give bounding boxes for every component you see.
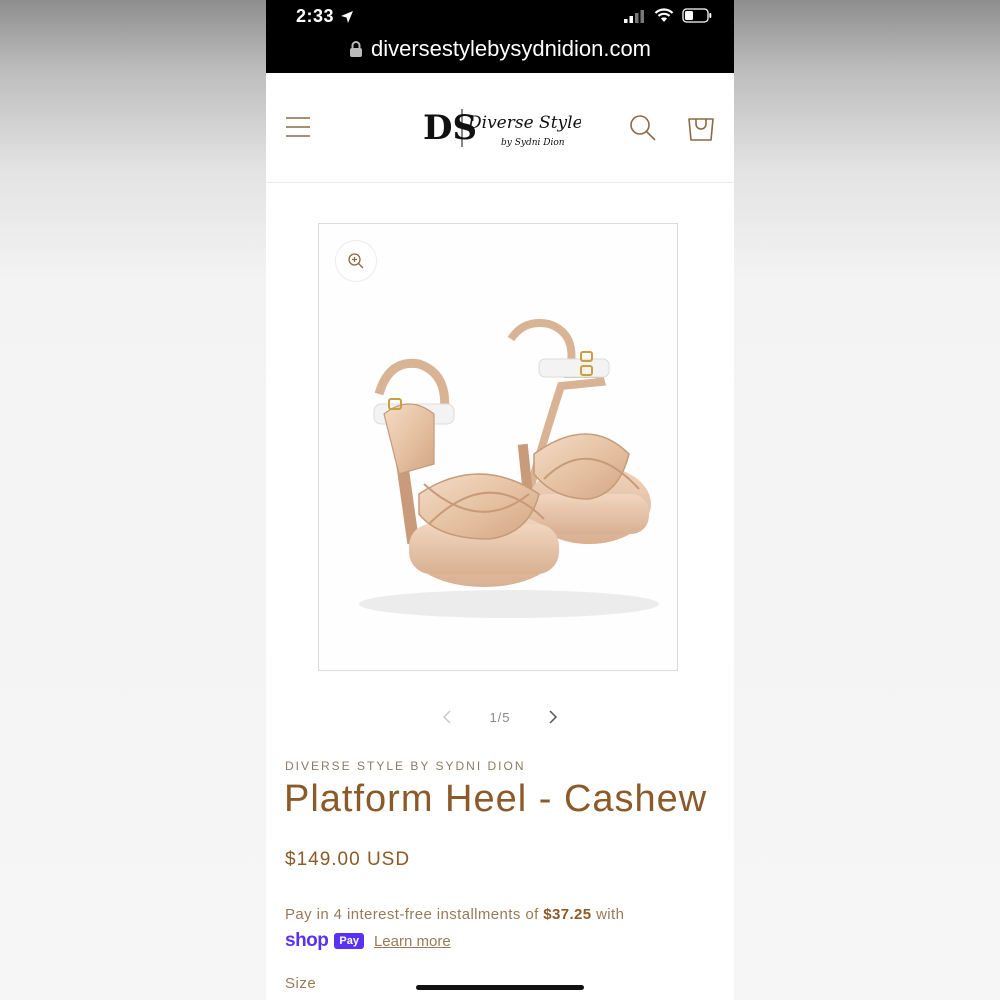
time-text: 2:33 [296, 6, 335, 26]
slide-counter: 1/5 [489, 709, 511, 725]
size-label: Size [285, 975, 317, 992]
logo-graphic: DS Diverse Style by Sydni Dion [423, 108, 583, 148]
wifi-icon [654, 8, 674, 22]
home-indicator[interactable] [416, 985, 584, 990]
installments-suffix: with [591, 906, 625, 923]
status-icons [624, 8, 712, 23]
site-logo[interactable]: DS Diverse Style by Sydni Dion [421, 101, 583, 157]
zoom-in-icon [348, 253, 364, 269]
cart-icon [688, 118, 714, 141]
lock-icon [349, 41, 362, 57]
shop-pay-logo: shop [285, 930, 329, 951]
installment-amount: $37.25 [543, 906, 592, 923]
product-image[interactable] [318, 223, 678, 671]
zoom-button[interactable] [335, 240, 377, 282]
cart-button[interactable] [686, 111, 716, 143]
background-left [0, 0, 266, 1000]
signal-icon [624, 9, 644, 23]
location-arrow-icon [341, 10, 354, 23]
prev-slide-button[interactable] [435, 705, 459, 729]
chevron-right-icon [549, 710, 557, 724]
logo-line1: Diverse Style [467, 113, 581, 133]
background-right [734, 0, 1000, 1000]
learn-more-link[interactable]: Learn more [374, 933, 451, 950]
next-slide-button[interactable] [541, 705, 565, 729]
phone-screen: 2:33 diversestylebysydnidion.com DS Dive… [266, 0, 734, 1000]
installments-text: Pay in 4 interest-free installments of $… [285, 906, 624, 923]
site-header: DS Diverse Style by Sydni Dion [266, 73, 734, 183]
search-icon [630, 115, 656, 141]
address-bar[interactable]: diversestylebysydnidion.com [266, 36, 734, 62]
shop-pay-badge: Pay [334, 933, 364, 949]
logo-line2: by Sydni Dion [501, 138, 565, 148]
battery-icon [682, 8, 712, 23]
product-price: $149.00 USD [285, 849, 411, 870]
url-text: diversestylebysydnidion.com [370, 36, 652, 61]
chevron-left-icon [443, 710, 451, 724]
product-title: Platform Heel - Cashew [284, 778, 708, 820]
installments-prefix: Pay in 4 interest-free installments of [285, 906, 544, 923]
shop-pay-row: shop Pay Learn more [285, 930, 451, 952]
status-bar: 2:33 diversestylebysydnidion.com [266, 0, 734, 73]
menu-button[interactable] [284, 113, 312, 141]
menu-icon [286, 117, 310, 137]
shoe-photo [359, 319, 659, 618]
gallery-slider: 1/5 [266, 705, 734, 729]
product-vendor: DIVERSE STYLE BY SYDNI DION [285, 759, 526, 773]
search-button[interactable] [628, 113, 658, 143]
status-time: 2:33 [296, 6, 354, 27]
